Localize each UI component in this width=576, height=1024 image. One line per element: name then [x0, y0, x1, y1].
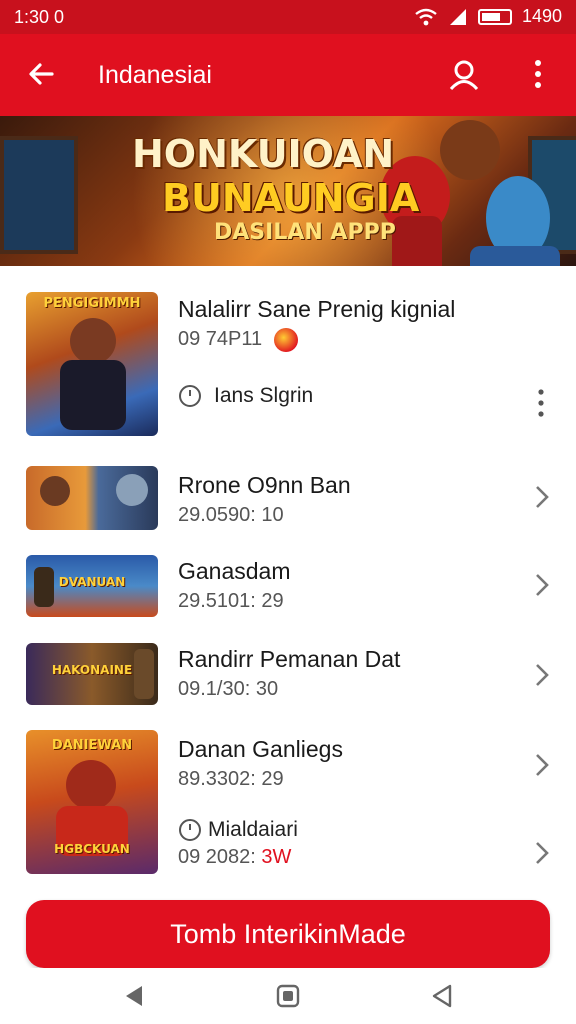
nav-recents-icon[interactable] — [428, 982, 456, 1010]
item-title: Nalalirr Sane Prenig kignial — [178, 296, 456, 322]
item-subtitle: 89.3302: 29 — [178, 768, 284, 790]
item-title: Danan Ganliegs — [178, 736, 343, 762]
banner-subtitle: DASILAN APPP — [214, 220, 396, 245]
game-thumbnail: DVANUAN — [26, 555, 158, 617]
game-thumbnail — [26, 466, 158, 530]
item-subtitle: 29.0590: 10 — [178, 504, 284, 526]
item-subtitle: 09 74P11 — [178, 328, 263, 350]
thumbnail-caption: DANIEWAN — [51, 738, 133, 753]
status-icons: 1490 — [414, 6, 562, 27]
banner-arcade-screen — [0, 136, 78, 254]
item-title: Randirr Pemanan Dat — [178, 646, 401, 672]
back-arrow-icon[interactable] — [24, 56, 60, 92]
chevron-right-icon[interactable] — [532, 660, 552, 690]
nav-back-icon[interactable] — [120, 982, 148, 1010]
more-vert-icon[interactable] — [536, 388, 546, 418]
item-subtitle-secondary: 09 2082: 3W — [178, 846, 291, 869]
item-subtitle: 29.5101: 29 — [178, 590, 284, 612]
wifi-icon — [415, 8, 437, 25]
nav-home-icon[interactable] — [274, 982, 302, 1010]
item-subtitle-secondary-value: 09 2082: — [178, 846, 256, 868]
signal-icon — [449, 8, 466, 25]
thumbnail-caption: HGBCKUAN — [54, 842, 130, 856]
chevron-right-icon[interactable] — [532, 838, 552, 868]
item-meta: Ians Slgrin — [214, 384, 314, 407]
item-subtitle-highlight: 3W — [261, 846, 292, 868]
account-icon[interactable] — [446, 56, 482, 92]
thumbnail-caption: PENGIGIMMH — [43, 296, 141, 311]
thumbnail-caption: DVANUAN — [58, 575, 126, 589]
page-title: Indanesiai — [98, 61, 212, 89]
banner-character — [470, 246, 560, 266]
clock-icon — [179, 385, 201, 407]
banner-character — [392, 216, 442, 266]
item-title: Ganasdam — [178, 558, 291, 584]
banner-title-line2: BUNAUNGIA — [162, 176, 420, 220]
status-bar: 1:30 0 1490 — [0, 0, 576, 34]
status-battery-text: 1490 — [521, 6, 562, 26]
chevron-right-icon[interactable] — [532, 750, 552, 780]
app-bar: Indanesiai — [0, 34, 576, 116]
primary-action-button[interactable]: Tomb InterikinMade — [26, 900, 550, 968]
status-time: 1:30 0 — [14, 7, 65, 27]
chevron-right-icon[interactable] — [532, 482, 552, 512]
game-thumbnail: PENGIGIMMH — [26, 292, 158, 436]
primary-action-label: Tomb InterikinMade — [170, 918, 406, 949]
chevron-right-icon[interactable] — [532, 570, 552, 600]
banner-character — [440, 120, 500, 180]
banner-title-line1: HONKUIOAN — [132, 132, 395, 176]
more-vert-icon[interactable] — [524, 56, 552, 92]
item-title: Rrone O9nn Ban — [178, 472, 351, 498]
game-thumbnail: HAKONAINE — [26, 643, 158, 705]
thumbnail-caption: HAKONAINE — [51, 663, 133, 677]
hot-badge-icon — [274, 328, 298, 352]
promo-banner[interactable]: HONKUIOAN BUNAUNGIA DASILAN APPP — [0, 116, 576, 266]
game-thumbnail: DANIEWAN HGBCKUAN — [26, 730, 158, 874]
item-subtitle: 09.1/30: 30 — [178, 678, 279, 700]
battery-icon — [477, 8, 512, 25]
item-meta: Mialdaiari — [208, 818, 298, 841]
system-nav-bar — [0, 968, 576, 1024]
clock-icon — [179, 819, 201, 841]
